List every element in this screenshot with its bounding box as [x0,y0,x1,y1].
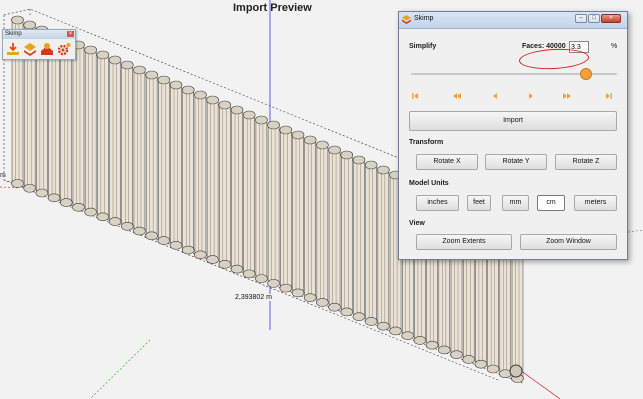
rotate-x-button[interactable]: Rotate X [416,154,478,170]
red-axis [519,369,561,399]
unit-meters-button[interactable]: meters [574,195,617,211]
radiator-fin [206,95,219,264]
radiator-fin [218,100,232,269]
radiator-fin [169,80,183,250]
faces-label: Faces: [522,43,545,50]
radiator-end-cap [509,364,523,378]
radiator-fin [267,120,280,288]
skimp-import-icon[interactable] [6,42,20,56]
zoom-extents-button[interactable]: Zoom Extents [416,234,512,250]
skimp-app-icon [402,15,411,24]
unit-cm-button[interactable]: cm [537,195,565,211]
radiator-fin [194,90,207,260]
transform-label: Transform [409,139,444,146]
toolbar-titlebar[interactable]: Skimp × [3,30,75,39]
viewport-title: Import Preview [233,2,312,14]
playback-controls [409,90,619,102]
dimension-label: 2,393802 m [235,294,272,301]
radiator-fin [291,130,305,298]
dialog-title: Skimp [414,15,434,22]
skimp-layers-icon[interactable] [23,42,37,56]
radiator-fin [72,40,85,212]
radiator-fin [352,155,366,321]
radiator-fin [133,65,146,236]
unit-mm-button[interactable]: mm [502,195,529,211]
skimp-settings-icon[interactable] [40,42,54,56]
simplify-label: Simplify [409,43,437,50]
rotate-z-button[interactable]: Rotate Z [555,154,617,170]
radiator-fin [59,35,73,207]
radiator-fin [120,60,134,231]
percent-sign: % [611,43,618,50]
radiator-fin [108,55,122,226]
skimp-dialog: Skimp – □ × Simplify Faces: 40000 % [398,11,628,260]
radiator-fin [279,125,293,293]
close-icon[interactable]: × [67,31,74,37]
rotate-y-button[interactable]: Rotate Y [485,154,547,170]
skimp-gear-icon[interactable] [57,42,71,56]
fast-rewind-icon[interactable] [451,90,463,102]
step-back-icon[interactable] [489,90,501,102]
radiator-fin [255,115,268,283]
zoom-window-button[interactable]: Zoom Window [520,234,617,250]
skip-to-end-icon[interactable] [603,90,615,102]
radiator-fin [145,70,158,241]
radiator-fin [377,165,390,331]
radiator-fin [316,140,329,307]
simplify-slider-thumb[interactable] [580,68,593,80]
step-forward-icon[interactable] [525,90,537,102]
axis-unit-label: m [0,172,6,179]
skip-to-start-icon[interactable] [409,90,421,102]
radiator-fin [303,135,317,302]
maximize-icon[interactable]: □ [588,14,600,23]
radiator-fin [96,50,110,222]
radiator-fin [181,85,195,255]
radiator-fin [84,45,97,217]
view-label: View [409,220,425,227]
model-units-label: Model Units [409,180,449,187]
radiator-fin [328,145,341,312]
unit-feet-button[interactable]: feet [467,195,491,211]
green-axis-dashed [89,339,151,399]
dialog-titlebar[interactable]: Skimp – □ × [399,12,627,29]
unit-inches-button[interactable]: inches [416,195,459,211]
radiator-fin [364,160,378,326]
radiator-fin [242,110,256,279]
toolbar-title: Skimp [5,31,22,37]
radiator-fin [230,105,244,274]
import-button[interactable]: Import [409,111,617,131]
minimize-icon[interactable]: – [575,14,587,23]
fast-forward-icon[interactable] [561,90,573,102]
radiator-fin [340,150,354,317]
close-icon[interactable]: × [601,14,621,23]
radiator-fin [157,75,171,245]
skimp-toolbar: Skimp × [2,29,76,60]
